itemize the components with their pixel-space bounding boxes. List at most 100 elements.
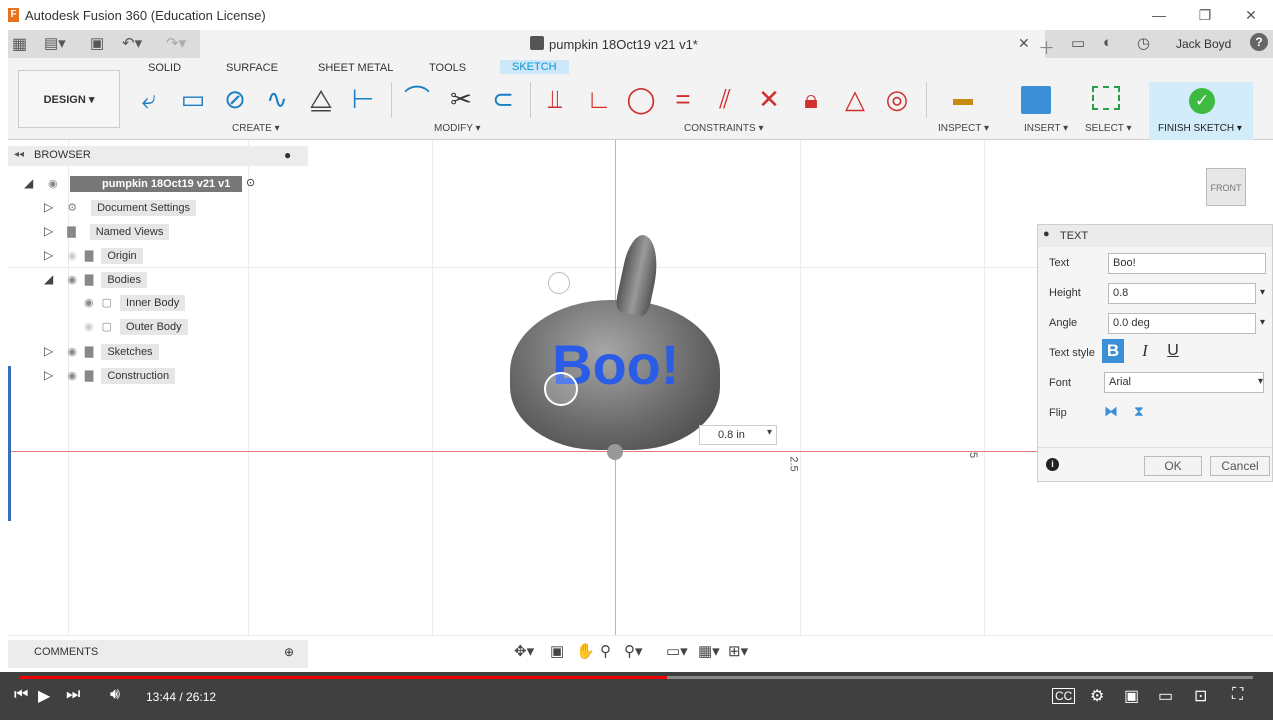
eye-icon[interactable]: ◉ [67, 370, 77, 382]
maximize-button[interactable]: ❐ [1190, 5, 1220, 25]
expand-arrow-icon[interactable]: ◢ [24, 176, 33, 190]
horizontal-vertical-icon[interactable]: ⫫ [538, 82, 572, 116]
design-workspace-button[interactable]: DESIGN ▾ [18, 70, 120, 128]
eye-icon[interactable]: ◉ [67, 274, 77, 286]
italic-button[interactable]: I [1134, 339, 1156, 363]
height-dropdown-icon[interactable]: ▾ [1260, 287, 1265, 298]
select-window-icon[interactable] [1092, 86, 1120, 110]
grid-settings-icon[interactable]: ▦▾ [698, 642, 720, 660]
tab-solid[interactable]: SOLID [148, 62, 181, 74]
browser-item[interactable]: ▷ ⚙ Document Settings [44, 200, 197, 216]
new-tab-icon[interactable]: ＋ [1038, 34, 1055, 59]
angle-dropdown-icon[interactable]: ▾ [1260, 317, 1265, 328]
collinear-icon[interactable]: ✕ [752, 82, 786, 116]
flip-vertical-icon[interactable]: ⧗ [1134, 403, 1144, 420]
cancel-button[interactable]: Cancel [1210, 456, 1270, 476]
browser-item[interactable]: ◉ ▢ Inner Body [84, 295, 186, 311]
equal-icon[interactable]: = [666, 82, 700, 116]
rectangle-icon[interactable]: ▭ [176, 82, 210, 116]
notifications-icon[interactable]: ▭ [1071, 34, 1085, 52]
insert-image-icon[interactable] [1021, 86, 1051, 114]
user-name[interactable]: Jack Boyd [1176, 37, 1231, 51]
close-tab-icon[interactable]: ✕ [1018, 35, 1030, 52]
fit-icon[interactable]: ⚲▾ [624, 642, 643, 660]
fillet-icon[interactable]: ⌒ [400, 82, 434, 116]
help-icon[interactable]: ? [1250, 33, 1268, 51]
expand-arrow-icon[interactable]: ▷ [44, 224, 53, 238]
file-icon[interactable]: ▤▾ [44, 34, 66, 52]
collapse-dialog-icon[interactable]: ● [1043, 228, 1050, 240]
browser-item[interactable]: ◢ ◉ ▇ Bodies [44, 272, 147, 288]
eye-hidden-icon[interactable]: ◉ [84, 321, 94, 333]
constraints-menu[interactable]: CONSTRAINTS ▾ [684, 123, 763, 134]
redo-icon[interactable]: ↷▾ [166, 34, 186, 52]
document-tab[interactable]: pumpkin 18Oct19 v21 v1* ✕ [200, 30, 1045, 58]
browser-item[interactable]: ▷ ◉ ▇ Origin [44, 248, 143, 264]
activate-icon[interactable]: ⊙ [246, 176, 255, 189]
miniplayer-icon[interactable]: ▣ [1124, 686, 1139, 706]
ok-button[interactable]: OK [1144, 456, 1202, 476]
tab-surface[interactable]: SURFACE [226, 62, 278, 74]
browser-item[interactable]: ▷ ◉ ▇ Construction [44, 368, 176, 384]
finish-sketch-menu[interactable]: FINISH SKETCH ▾ [1158, 123, 1242, 134]
pan-hand-icon[interactable]: ✋ [576, 642, 595, 660]
clock-icon[interactable]: ◷ [1137, 34, 1150, 52]
bold-button[interactable]: B [1102, 339, 1124, 363]
tangent-icon[interactable]: ◯ [624, 82, 658, 116]
angle-input[interactable]: 0.0 deg [1108, 313, 1256, 334]
font-dropdown-icon[interactable]: ▾ [1258, 376, 1263, 387]
text-input[interactable]: Boo! [1108, 253, 1266, 274]
collapse-browser-icon[interactable]: ◂◂ [14, 149, 24, 160]
settings-gear-icon[interactable]: ⚙ [1090, 686, 1104, 706]
viewports-icon[interactable]: ⊞▾ [728, 642, 748, 660]
browser-root[interactable]: ◢ ◉ pumpkin 18Oct19 v21 v1 ⊙ [24, 176, 255, 194]
dimension-icon[interactable]: ⊢ [346, 82, 380, 116]
tab-sheet-metal[interactable]: SHEET METAL [318, 62, 393, 74]
insert-menu[interactable]: INSERT ▾ [1024, 123, 1068, 134]
orbit-icon[interactable]: ✥▾ [514, 642, 534, 660]
checkmark-icon[interactable]: ✓ [1189, 88, 1215, 114]
perpendicular-icon[interactable]: ∟ [582, 82, 616, 116]
offset-icon[interactable]: ⊂ [486, 82, 520, 116]
theater-mode-icon[interactable]: ▭ [1158, 686, 1173, 706]
look-at-icon[interactable]: ▣ [550, 642, 564, 660]
collapse-arrow-icon[interactable]: ◢ [44, 272, 53, 286]
select-menu[interactable]: SELECT ▾ [1085, 123, 1132, 134]
trim-icon[interactable]: ✂ [444, 82, 478, 116]
tab-tools[interactable]: TOOLS [429, 62, 466, 74]
mirror-icon[interactable]: ⧋ [304, 82, 338, 116]
expand-arrow-icon[interactable]: ▷ [44, 344, 53, 358]
inspect-menu[interactable]: INSPECT ▾ [938, 123, 989, 134]
browser-item[interactable]: ▷ ▇ Named Views [44, 224, 170, 240]
spline-icon[interactable]: ∿ [260, 82, 294, 116]
info-icon[interactable]: i [1046, 458, 1059, 471]
expand-arrow-icon[interactable]: ▷ [44, 248, 53, 262]
height-input[interactable]: 0.8 [1108, 283, 1256, 304]
save-icon[interactable]: ▣ [90, 34, 104, 52]
eye-icon[interactable]: ◉ [67, 346, 77, 358]
dimension-input[interactable]: 0.8 in [699, 425, 777, 445]
volume-icon[interactable]: 🔊︎ [110, 686, 120, 704]
cast-icon[interactable]: ⊡ [1194, 686, 1207, 706]
tab-sketch[interactable]: SKETCH [500, 60, 569, 74]
concentric-icon[interactable]: ◎ [880, 82, 914, 116]
grid-menu-icon[interactable]: ▦ [12, 34, 27, 54]
dimension-dropdown-icon[interactable]: ▾ [767, 427, 772, 438]
viewcube[interactable]: FRONT [1206, 168, 1246, 206]
progress-track[interactable] [20, 676, 1253, 679]
parallel-icon[interactable]: ⫽ [708, 82, 742, 116]
close-window-button[interactable]: ✕ [1236, 5, 1266, 25]
fullscreen-icon[interactable]: ⛶ [1232, 686, 1243, 704]
browser-item[interactable]: ▷ ◉ ▇ Sketches [44, 344, 159, 360]
line-icon[interactable]: ⤶ [132, 82, 166, 116]
add-comment-icon[interactable]: ⊕ [284, 645, 294, 659]
eye-hidden-icon[interactable]: ◉ [67, 250, 77, 262]
create-menu[interactable]: CREATE ▾ [232, 123, 280, 134]
previous-icon[interactable]: ⏮ [14, 686, 28, 704]
symmetry-icon[interactable]: △ [838, 82, 872, 116]
underline-button[interactable]: U [1162, 339, 1184, 363]
browser-item[interactable]: ◉ ▢ Outer Body [84, 319, 188, 335]
zoom-icon[interactable]: ⚲ [600, 642, 611, 660]
eye-icon[interactable]: ◉ [48, 177, 58, 190]
eye-icon[interactable]: ◉ [84, 297, 94, 309]
